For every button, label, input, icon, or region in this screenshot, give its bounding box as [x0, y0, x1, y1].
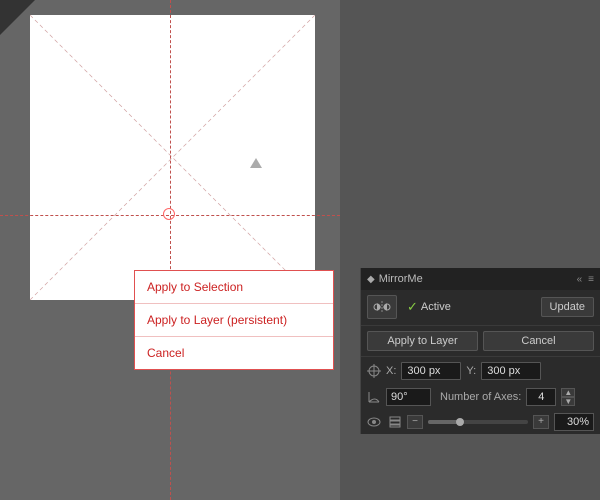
- axes-increment[interactable]: ▲: [561, 388, 575, 397]
- visibility-icon: [367, 417, 381, 427]
- divider-2: [361, 356, 600, 357]
- panel-title-left: ◆ MirrorMe: [367, 273, 423, 285]
- mirror-icon-svg: [373, 299, 391, 315]
- opacity-input[interactable]: [554, 413, 594, 431]
- mirror-tool-icon[interactable]: [367, 295, 397, 319]
- x-input[interactable]: [401, 362, 461, 380]
- apply-to-layer-button[interactable]: Apply to Layer: [367, 331, 478, 351]
- cancel-item[interactable]: Cancel: [135, 337, 333, 369]
- position-icon: [367, 364, 381, 378]
- vertical-axis: [170, 0, 171, 500]
- panel-row-actions: Apply to Layer Cancel: [361, 327, 600, 355]
- active-toggle-group[interactable]: ✓ Active: [407, 299, 451, 315]
- update-button[interactable]: Update: [541, 297, 594, 317]
- angle-input[interactable]: [386, 388, 431, 406]
- opacity-slider-track[interactable]: [428, 420, 528, 424]
- canvas-diagonals: [30, 15, 315, 300]
- collapse-icon[interactable]: «: [577, 274, 583, 285]
- y-input[interactable]: [481, 362, 541, 380]
- panel-row-opacity: − +: [361, 410, 600, 434]
- center-origin: [163, 208, 175, 220]
- angle-icon: [367, 390, 381, 404]
- mirrorme-panel: ◆ MirrorMe « ≡ ✓ Active Update: [360, 268, 600, 434]
- canvas-area: [0, 0, 340, 500]
- panel-title-controls: « ≡: [577, 274, 594, 285]
- apply-to-layer-persistent-item[interactable]: Apply to Layer (persistent): [135, 304, 333, 337]
- axes-decrement[interactable]: ▼: [561, 397, 575, 406]
- active-label: Active: [421, 301, 451, 313]
- opacity-slider-fill: [428, 420, 458, 424]
- canvas-square: [30, 15, 315, 300]
- apply-to-selection-item[interactable]: Apply to Selection: [135, 271, 333, 304]
- panel-menu-icon[interactable]: ≡: [588, 274, 594, 285]
- divider-1: [361, 325, 600, 326]
- opacity-slider-thumb[interactable]: [456, 418, 464, 426]
- panel-row-mode: ✓ Active Update: [361, 290, 600, 324]
- panel-title-icon: ◆: [367, 274, 375, 285]
- panel-row-xy: X: Y:: [361, 358, 600, 384]
- axes-label: Number of Axes:: [440, 391, 521, 403]
- axes-stepper[interactable]: ▲ ▼: [561, 388, 575, 406]
- opacity-decrease[interactable]: −: [407, 415, 423, 429]
- active-checkmark: ✓: [407, 299, 418, 315]
- layer-icon: [388, 415, 402, 429]
- panel-title: MirrorMe: [379, 273, 423, 285]
- axes-input[interactable]: [526, 388, 556, 406]
- y-label: Y:: [466, 365, 476, 377]
- x-label: X:: [386, 365, 396, 377]
- panel-row-angle: Number of Axes: ▲ ▼: [361, 384, 600, 410]
- cancel-button[interactable]: Cancel: [483, 331, 594, 351]
- direction-marker: [250, 158, 262, 168]
- panel-titlebar: ◆ MirrorMe « ≡: [361, 268, 600, 290]
- opacity-increase[interactable]: +: [533, 415, 549, 429]
- context-menu: Apply to Selection Apply to Layer (persi…: [134, 270, 334, 370]
